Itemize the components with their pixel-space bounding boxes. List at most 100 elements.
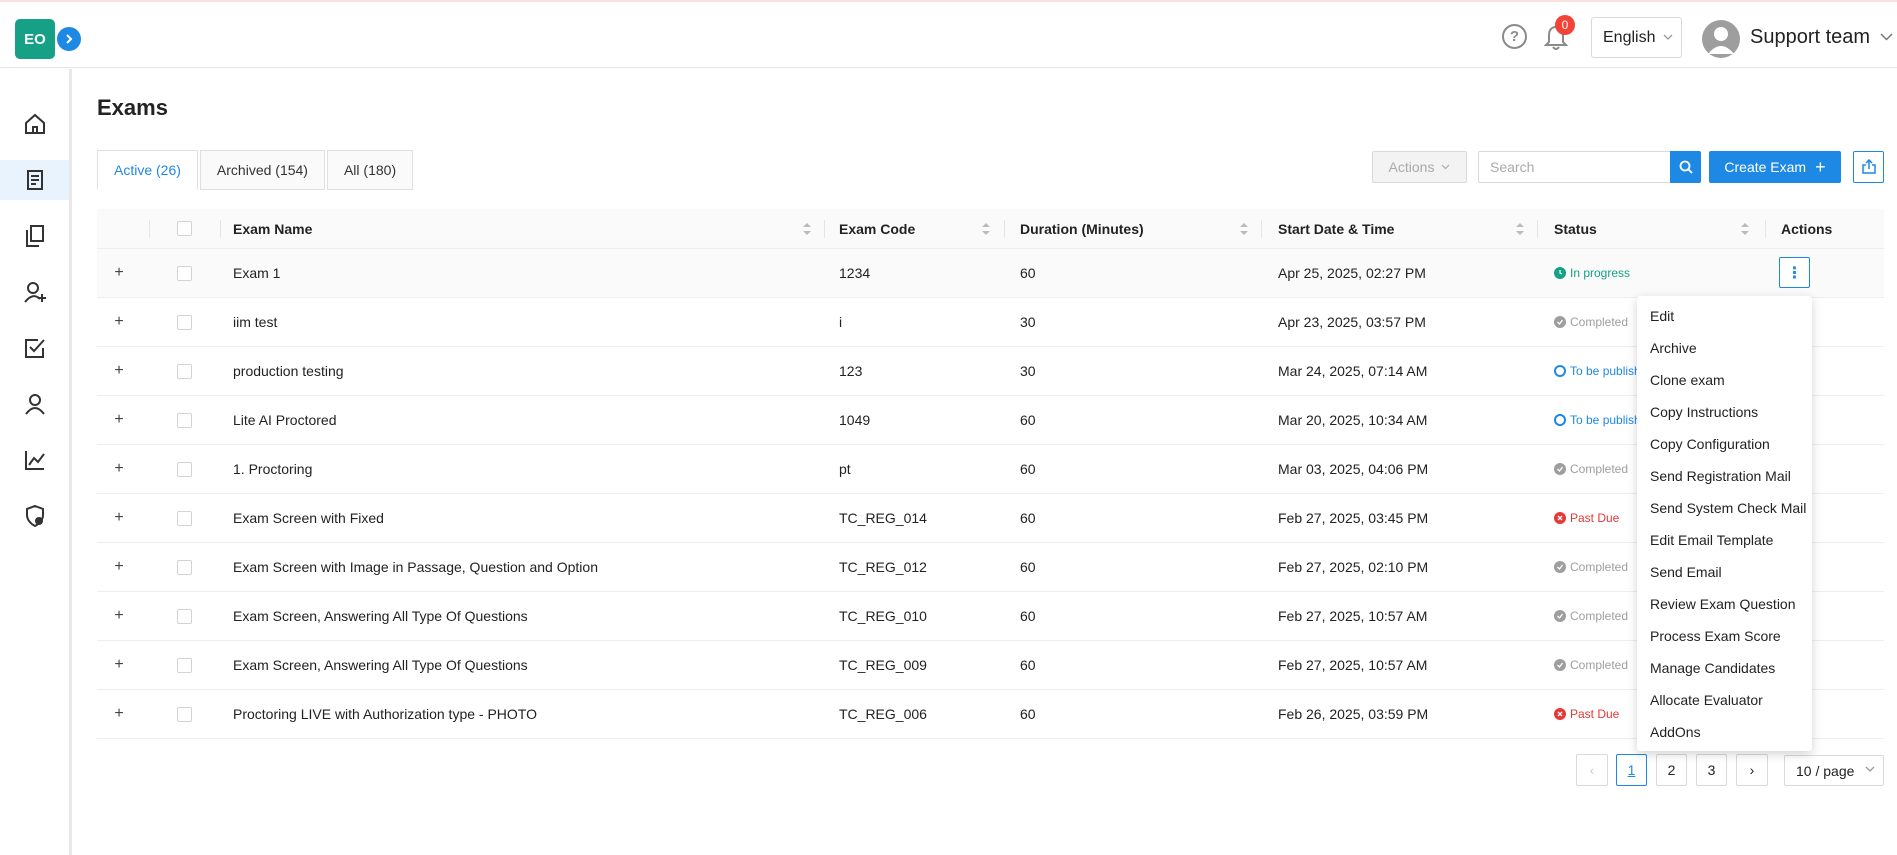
start-date-cell: Apr 25, 2025, 02:27 PM [1278,265,1426,281]
sort-icon[interactable] [802,222,812,236]
search-button[interactable] [1670,151,1701,183]
tab-archived[interactable]: Archived (154) [199,150,325,190]
expand-row-cell: + [111,641,127,689]
expand-row-cell: + [111,494,127,542]
row-checkbox-cell [177,396,192,444]
pagination-page-1[interactable]: 1 [1616,754,1647,786]
app-logo[interactable]: EO [15,19,55,59]
column-header-start-date[interactable]: Start Date & Time [1278,209,1394,248]
status-badge: To be publish [1554,396,1641,444]
table-row[interactable]: + Exam Screen with Fixed TC_REG_014 60 Feb 2… [97,494,1884,543]
table-row[interactable]: + Lite AI Proctored 1049 60 Mar 20, 2025, 10… [97,396,1884,445]
menu-item-allocate-evaluator[interactable]: Allocate Evaluator [1650,692,1763,708]
sort-icon[interactable] [981,222,991,236]
menu-item-send-registration-mail[interactable]: Send Registration Mail [1650,468,1791,484]
table-row[interactable]: + production testing 123 30 Mar 24, 2025, 07… [97,347,1884,396]
row-checkbox[interactable] [177,314,192,330]
user-name[interactable]: Support team [1750,26,1870,49]
sidebar-item-add-user[interactable] [0,272,69,312]
sidebar-item-home[interactable] [0,104,69,144]
menu-item-process-exam-score[interactable]: Process Exam Score [1650,628,1781,644]
row-checkbox[interactable] [177,510,192,526]
sidebar-item-checklist[interactable] [0,328,69,368]
expand-row-cell: + [111,592,127,640]
search-input[interactable] [1478,151,1671,183]
tab-active[interactable]: Active (26) [97,150,198,190]
expand-row-icon[interactable]: + [111,460,127,477]
column-divider [1004,220,1005,238]
table-row[interactable]: + Exam Screen with Image in Passage, Ques… [97,543,1884,592]
table-row[interactable]: + Exam Screen, Answering All Type Of Ques… [97,641,1884,690]
status-label: Completed [1570,609,1629,623]
sidebar-item-reports[interactable] [0,440,69,480]
menu-item-edit[interactable]: Edit [1650,308,1674,324]
table-row[interactable]: + Exam Screen, Answering All Type Of Ques… [97,592,1884,641]
row-checkbox[interactable] [177,265,192,281]
expand-row-icon[interactable]: + [111,705,127,722]
table-row[interactable]: +1. Proctoring pt 60 Mar 03, 2025, 04:06 PM… [97,445,1884,494]
expand-row-icon[interactable]: + [111,656,127,673]
column-header-exam-name[interactable]: Exam Name [233,209,312,248]
expand-row-icon[interactable]: + [111,411,127,428]
select-all-checkbox[interactable] [177,221,192,236]
sort-icon[interactable] [1239,222,1249,236]
create-exam-button[interactable]: Create Exam + [1709,151,1841,183]
table-row[interactable]: + iim test i 30 Apr 23, 2025, 03:57 PM Comple… [97,298,1884,347]
menu-item-copy-configuration[interactable]: Copy Configuration [1650,436,1770,452]
pagination-page-2[interactable]: 2 [1656,754,1687,786]
menu-item-addons[interactable]: AddOns [1650,724,1701,740]
tab-all[interactable]: All (180) [326,150,414,190]
actions-dropdown-button[interactable]: Actions [1372,151,1467,183]
pagination-page-3[interactable]: 3 [1696,754,1727,786]
pagination-prev-button[interactable]: ‹ [1576,754,1608,786]
menu-item-manage-candidates[interactable]: Manage Candidates [1650,660,1775,676]
row-checkbox[interactable] [177,412,192,428]
duration-cell: 60 [1020,510,1036,526]
sidebar-item-security[interactable] [0,496,69,536]
duration-cell: 60 [1020,559,1036,575]
export-button[interactable] [1853,151,1884,183]
expand-row-icon[interactable]: + [111,558,127,575]
status-badge: In progress [1554,249,1630,297]
sort-icon[interactable] [1740,222,1750,236]
menu-item-send-system-check-mail[interactable]: Send System Check Mail [1650,500,1806,516]
row-checkbox[interactable] [177,657,192,673]
exams-icon [26,170,43,190]
start-date-cell: Mar 03, 2025, 04:06 PM [1278,461,1429,477]
table-row[interactable]: + Exam 1 1234 60 Apr 25, 2025, 02:27 PM In pr… [97,249,1884,298]
sidebar-item-documents[interactable] [0,216,69,256]
help-icon[interactable]: ? [1502,24,1527,49]
menu-item-archive[interactable]: Archive [1650,340,1697,356]
menu-item-clone-exam[interactable]: Clone exam [1650,372,1725,388]
row-actions-button[interactable]: ⋮ [1779,257,1810,288]
row-checkbox[interactable] [177,559,192,575]
menu-item-edit-email-template[interactable]: Edit Email Template [1650,532,1773,548]
expand-row-icon[interactable]: + [111,509,127,526]
menu-item-review-exam-question[interactable]: Review Exam Question [1650,596,1796,612]
sidebar-item-exams[interactable] [0,160,69,200]
menu-item-copy-instructions[interactable]: Copy Instructions [1650,404,1758,420]
row-checkbox[interactable] [177,608,192,624]
expand-row-icon[interactable]: + [111,362,127,379]
avatar[interactable] [1702,20,1740,58]
row-checkbox-cell [177,543,192,591]
pagination-next-button[interactable]: › [1736,754,1768,786]
row-checkbox[interactable] [177,461,192,477]
row-checkbox[interactable] [177,363,192,379]
table-row[interactable]: + Proctoring LIVE with Authorization type… [97,690,1884,739]
export-icon [1861,159,1876,174]
expand-row-icon[interactable]: + [111,313,127,330]
page-size-select[interactable]: 10 / page [1784,755,1884,786]
expand-row-icon[interactable]: + [111,607,127,624]
menu-item-send-email[interactable]: Send Email [1650,564,1722,580]
language-select[interactable]: English [1591,17,1682,58]
column-header-status[interactable]: Status [1554,209,1597,248]
expand-row-icon[interactable]: + [111,264,127,281]
column-header-duration[interactable]: Duration (Minutes) [1020,209,1144,248]
sort-icon[interactable] [1515,222,1525,236]
row-checkbox[interactable] [177,706,192,722]
sidebar-item-profile[interactable] [0,384,69,424]
column-header-exam-code[interactable]: Exam Code [839,209,915,248]
sidebar-expand-button[interactable] [57,27,81,51]
chevron-down-icon[interactable] [1880,33,1893,41]
